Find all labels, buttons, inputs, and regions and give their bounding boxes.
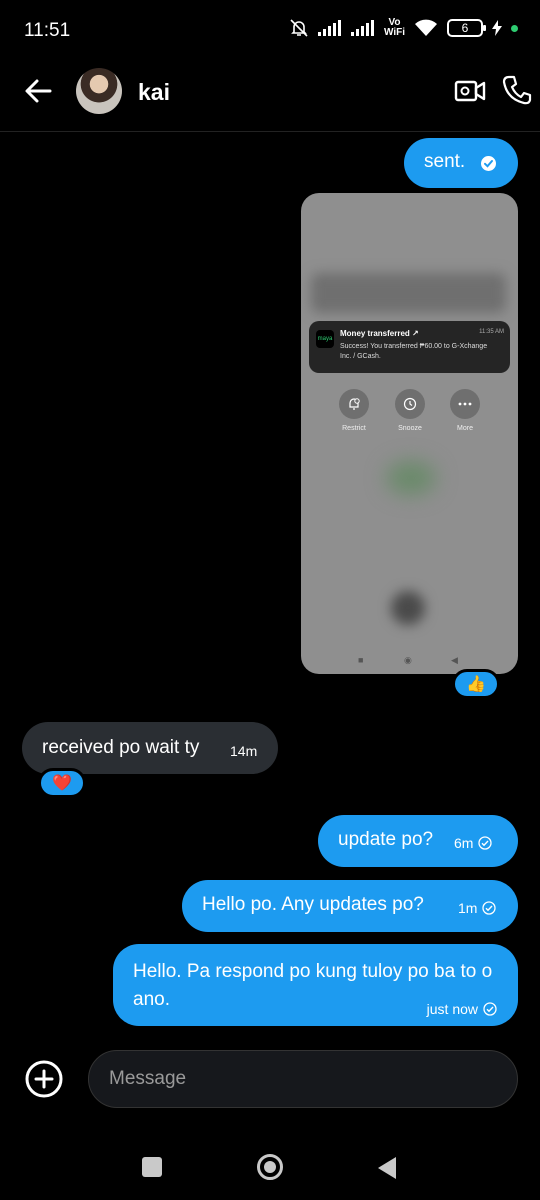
signal-icon-1 xyxy=(317,20,341,36)
action-label: Restrict xyxy=(342,425,366,432)
message-time: 14m xyxy=(230,743,258,759)
notification-time: 11:35 AM xyxy=(479,329,504,335)
system-nav-bar xyxy=(0,1140,540,1200)
battery-indicator: 6 xyxy=(447,19,486,37)
status-time: 11:51 xyxy=(24,20,71,41)
read-check-icon xyxy=(481,156,496,171)
more-icon xyxy=(450,389,480,419)
message-bubble-sent[interactable]: update po? 6m xyxy=(318,815,518,867)
signal-icon-2 xyxy=(350,20,374,36)
message-time: 6m xyxy=(454,835,474,851)
image-nav-home-icon: ◉ xyxy=(404,655,412,665)
message-input[interactable] xyxy=(88,1050,518,1108)
message-meta: 1m xyxy=(458,900,497,916)
reaction-badge[interactable]: ❤️ xyxy=(38,768,86,798)
message-bubble-sent[interactable]: Hello. Pa respond po kung tuloy po ba to… xyxy=(113,944,518,1026)
message-text: sent. xyxy=(424,151,466,172)
message-bubble-sent[interactable]: sent. xyxy=(404,138,518,188)
message-text: update po? xyxy=(338,829,434,850)
reaction-badge[interactable]: 👍 xyxy=(452,669,500,699)
message-bubble-sent[interactable]: Hello po. Any updates po? 1m xyxy=(182,880,518,932)
charging-dot xyxy=(511,24,518,32)
phone-icon xyxy=(502,75,532,105)
add-attachment-button[interactable] xyxy=(24,1059,64,1099)
image-nav-recent-icon: ■ xyxy=(358,655,364,665)
sent-check-icon xyxy=(478,836,493,850)
plus-circle-icon xyxy=(25,1060,63,1098)
message-time: just now xyxy=(426,1001,478,1017)
snooze-icon xyxy=(395,389,425,419)
sent-check-icon xyxy=(483,1002,497,1016)
app-logo: maya xyxy=(316,330,334,348)
charging-bolt-icon xyxy=(492,20,502,36)
message-meta: just now xyxy=(427,995,497,1023)
message-text: received po wait ty xyxy=(42,737,200,758)
voice-call-button[interactable] xyxy=(502,74,532,106)
notification-card: maya Money transferred ↗ 11:35 AM Succes… xyxy=(309,321,510,373)
wifi-icon xyxy=(415,19,437,36)
contact-name[interactable]: kai xyxy=(138,79,170,106)
status-bar: 11:51 Vo WiFi 6 xyxy=(0,0,540,62)
system-back-button[interactable] xyxy=(378,1157,396,1179)
notification-body: Success! You transferred ₱60.00 to G-Xch… xyxy=(340,343,488,360)
video-call-button[interactable] xyxy=(454,76,486,106)
vowifi-indicator: Vo WiFi xyxy=(383,17,405,38)
home-button[interactable] xyxy=(257,1154,283,1180)
message-time: 1m xyxy=(458,900,478,916)
mute-bell-icon xyxy=(290,19,308,37)
status-icons: Vo WiFi 6 xyxy=(289,18,518,38)
action-label: Snooze xyxy=(398,425,422,432)
video-camera-icon xyxy=(454,80,486,102)
avatar[interactable] xyxy=(76,68,122,114)
sent-check-icon xyxy=(482,901,497,915)
recent-apps-button[interactable] xyxy=(142,1157,162,1177)
message-text: Hello po. Any updates po? xyxy=(202,894,424,915)
image-nav-back-icon: ◀ xyxy=(451,655,458,665)
image-message[interactable]: maya Money transferred ↗ 11:35 AM Succes… xyxy=(301,193,518,674)
notification-title: Money transferred ↗ xyxy=(340,329,419,338)
chat-header: kai xyxy=(0,62,540,132)
message-meta: 6m xyxy=(454,835,493,851)
restrict-icon xyxy=(339,389,369,419)
message-bubble-received[interactable]: received po wait ty 14m xyxy=(22,722,278,774)
action-label: More xyxy=(457,425,473,432)
back-button[interactable] xyxy=(22,76,56,106)
arrow-left-icon xyxy=(25,79,52,103)
